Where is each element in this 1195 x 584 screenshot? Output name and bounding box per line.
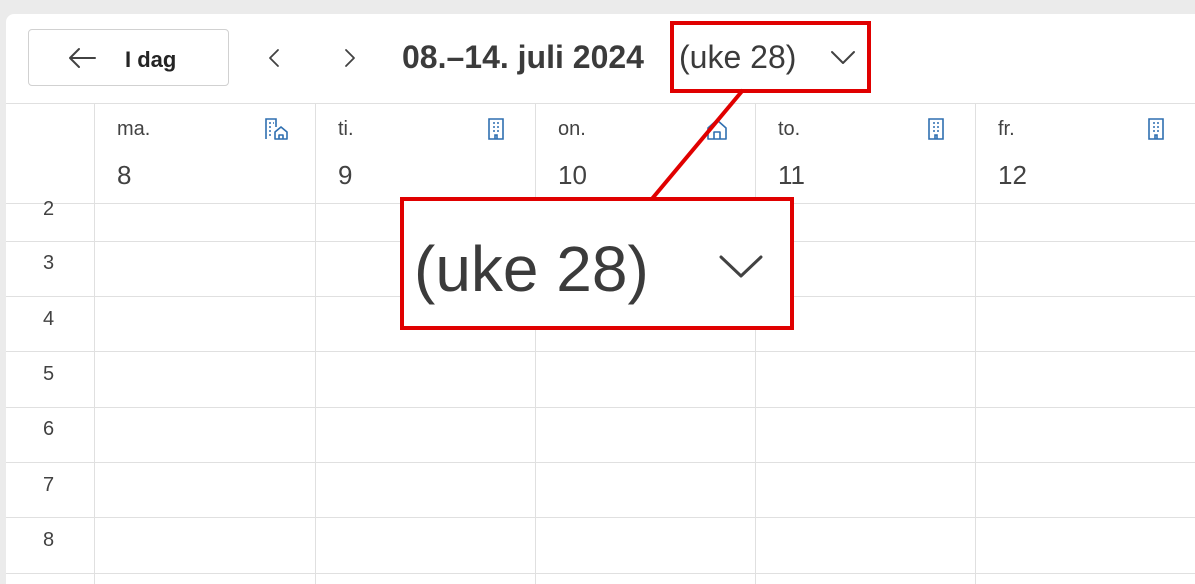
hour-label: 7 <box>43 474 55 496</box>
day-header-friday[interactable]: fr. 12 <box>975 104 1195 204</box>
chevron-left-icon[interactable] <box>262 42 286 74</box>
arrow-left-icon <box>69 48 96 68</box>
hour-divider <box>6 462 1195 463</box>
day-abbr: ma. <box>117 118 151 140</box>
hour-label: 2 <box>43 198 55 220</box>
day-header-row: ma. 8 ti. 9 on. 10 to. 11 fr. 12 <box>6 103 1195 204</box>
chevron-down-icon[interactable] <box>830 48 856 66</box>
day-number: 9 <box>338 160 353 190</box>
chevron-right-icon[interactable] <box>338 42 362 74</box>
today-label: I dag <box>125 47 177 72</box>
week-number-label[interactable]: (uke 28) <box>679 39 796 76</box>
day-abbr: on. <box>558 118 586 140</box>
zoom-week-label: (uke 28) <box>414 233 649 305</box>
hour-label: 5 <box>43 363 55 385</box>
hour-label: 3 <box>43 252 55 274</box>
home-icon[interactable] <box>704 116 730 142</box>
today-button[interactable]: I dag <box>28 29 229 86</box>
day-number: 8 <box>117 160 132 190</box>
hour-label: 4 <box>43 308 55 330</box>
column-divider <box>975 204 976 584</box>
day-header-thursday[interactable]: to. 11 <box>755 104 975 204</box>
hour-divider <box>6 407 1195 408</box>
hour-label: 8 <box>43 529 55 551</box>
day-header-tuesday[interactable]: ti. 9 <box>315 104 535 204</box>
date-range-title: 08.–14. juli 2024 <box>402 39 644 75</box>
day-number: 12 <box>998 160 1027 190</box>
day-header-monday[interactable]: ma. 8 <box>94 104 315 204</box>
hour-divider <box>6 573 1195 574</box>
building-icon[interactable] <box>484 116 510 142</box>
hour-divider <box>6 517 1195 518</box>
building-icon[interactable] <box>924 116 950 142</box>
column-divider <box>94 204 95 584</box>
hour-divider <box>6 351 1195 352</box>
day-abbr: to. <box>778 118 801 140</box>
building-home-icon[interactable] <box>263 116 289 142</box>
building-icon[interactable] <box>1144 116 1170 142</box>
day-number: 10 <box>558 160 587 190</box>
day-number: 11 <box>778 160 805 190</box>
day-abbr: ti. <box>338 118 354 140</box>
chevron-down-icon <box>719 255 763 278</box>
day-abbr: fr. <box>998 118 1015 140</box>
day-header-wednesday[interactable]: on. 10 <box>535 104 755 204</box>
column-divider <box>315 204 316 584</box>
hour-label: 6 <box>43 418 55 440</box>
